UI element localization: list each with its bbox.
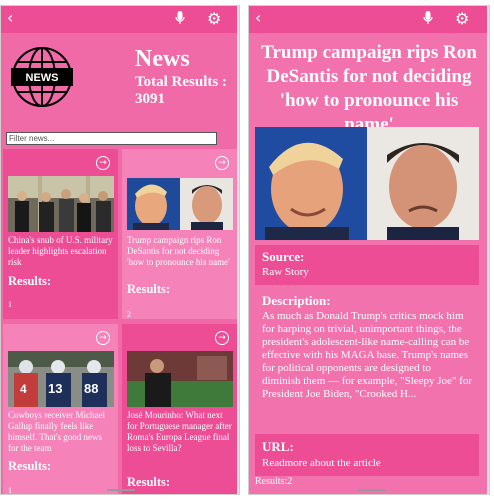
news-list-screen: ‹ ⚙ NEWS News Total Results : 3091 → xyxy=(0,5,240,495)
home-indicator xyxy=(107,489,135,491)
news-card[interactable]: → Trump campaign rips Ron DeSantis for n… xyxy=(122,149,237,319)
readmore-link[interactable]: Readmore about the article xyxy=(262,457,472,470)
card-title: Cowboys receiver Michael Gallup finally … xyxy=(8,410,105,453)
results-count: 1 xyxy=(8,300,12,309)
gear-icon[interactable]: ⚙ xyxy=(207,10,221,28)
back-icon[interactable]: ‹ xyxy=(7,8,13,27)
results-label: Results: xyxy=(127,475,171,489)
svg-text:13: 13 xyxy=(48,381,62,396)
microphone-icon[interactable] xyxy=(175,11,185,30)
article-image xyxy=(255,127,479,240)
source-label: Source: xyxy=(262,249,305,264)
description-section: Description: As much as Donald Trump's c… xyxy=(255,292,479,432)
results-label: Results: xyxy=(8,274,52,288)
article-title: Trump campaign rips Ron DeSantis for not… xyxy=(261,42,477,135)
microphone-icon[interactable] xyxy=(423,11,433,30)
page-title: News xyxy=(135,46,190,72)
search-input[interactable] xyxy=(6,132,217,145)
article-thumbnail xyxy=(127,351,233,407)
logo-text: NEWS xyxy=(26,72,59,84)
gear-icon[interactable]: ⚙ xyxy=(455,10,469,28)
home-indicator xyxy=(358,489,386,491)
url-label: URL: xyxy=(262,439,294,454)
article-thumbnail: 4 13 88 xyxy=(8,351,114,407)
source-value: Raw Story xyxy=(262,266,309,278)
news-card[interactable]: → José Mourinho: What next for Portugues… xyxy=(122,324,237,494)
article-detail-screen: ‹ ⚙ Trump campaign rips Ron DeSantis for… xyxy=(248,5,490,495)
arrow-right-icon[interactable]: → xyxy=(96,331,110,345)
scrollbar[interactable] xyxy=(487,6,489,494)
results-label: Results: xyxy=(127,282,171,296)
arrow-right-icon[interactable]: → xyxy=(96,156,110,170)
svg-text:4: 4 xyxy=(20,382,27,396)
news-globe-logo: NEWS xyxy=(10,45,74,114)
total-results-label: Total Results : xyxy=(135,74,227,90)
description-label: Description: xyxy=(262,293,331,308)
description-value: As much as Donald Trump's critics mock h… xyxy=(262,310,472,400)
results-label: Results: xyxy=(8,459,52,473)
article-thumbnail xyxy=(8,176,114,232)
results-count: Results:2 xyxy=(255,476,293,487)
arrow-right-icon[interactable]: → xyxy=(215,331,229,345)
card-title: José Mourinho: What next for Portuguese … xyxy=(127,410,232,453)
scrollbar[interactable] xyxy=(237,6,239,494)
source-section: Source: Raw Story xyxy=(255,245,479,285)
total-results-value: 3091 xyxy=(135,91,165,107)
card-title: Trump campaign rips Ron DeSantis for not… xyxy=(127,235,230,267)
article-thumbnail xyxy=(127,178,233,230)
url-section: URL: Readmore about the article xyxy=(255,434,479,476)
results-count: 1 xyxy=(8,486,12,494)
top-app-bar: ‹ ⚙ xyxy=(1,6,239,33)
top-app-bar: ‹ ⚙ xyxy=(249,6,489,33)
arrow-right-icon[interactable]: → xyxy=(215,156,229,170)
card-title: China's snub of U.S. military leader hig… xyxy=(8,235,113,267)
news-card[interactable]: → 4 13 88 Cowboys receiver Michael Gallu… xyxy=(3,324,118,494)
svg-text:88: 88 xyxy=(84,381,98,396)
back-icon[interactable]: ‹ xyxy=(255,8,261,27)
results-count: 2 xyxy=(127,310,131,319)
total-results: Total Results : 3091 xyxy=(135,74,239,108)
news-card[interactable]: → China's snub of U.S. military leader h… xyxy=(3,149,118,319)
